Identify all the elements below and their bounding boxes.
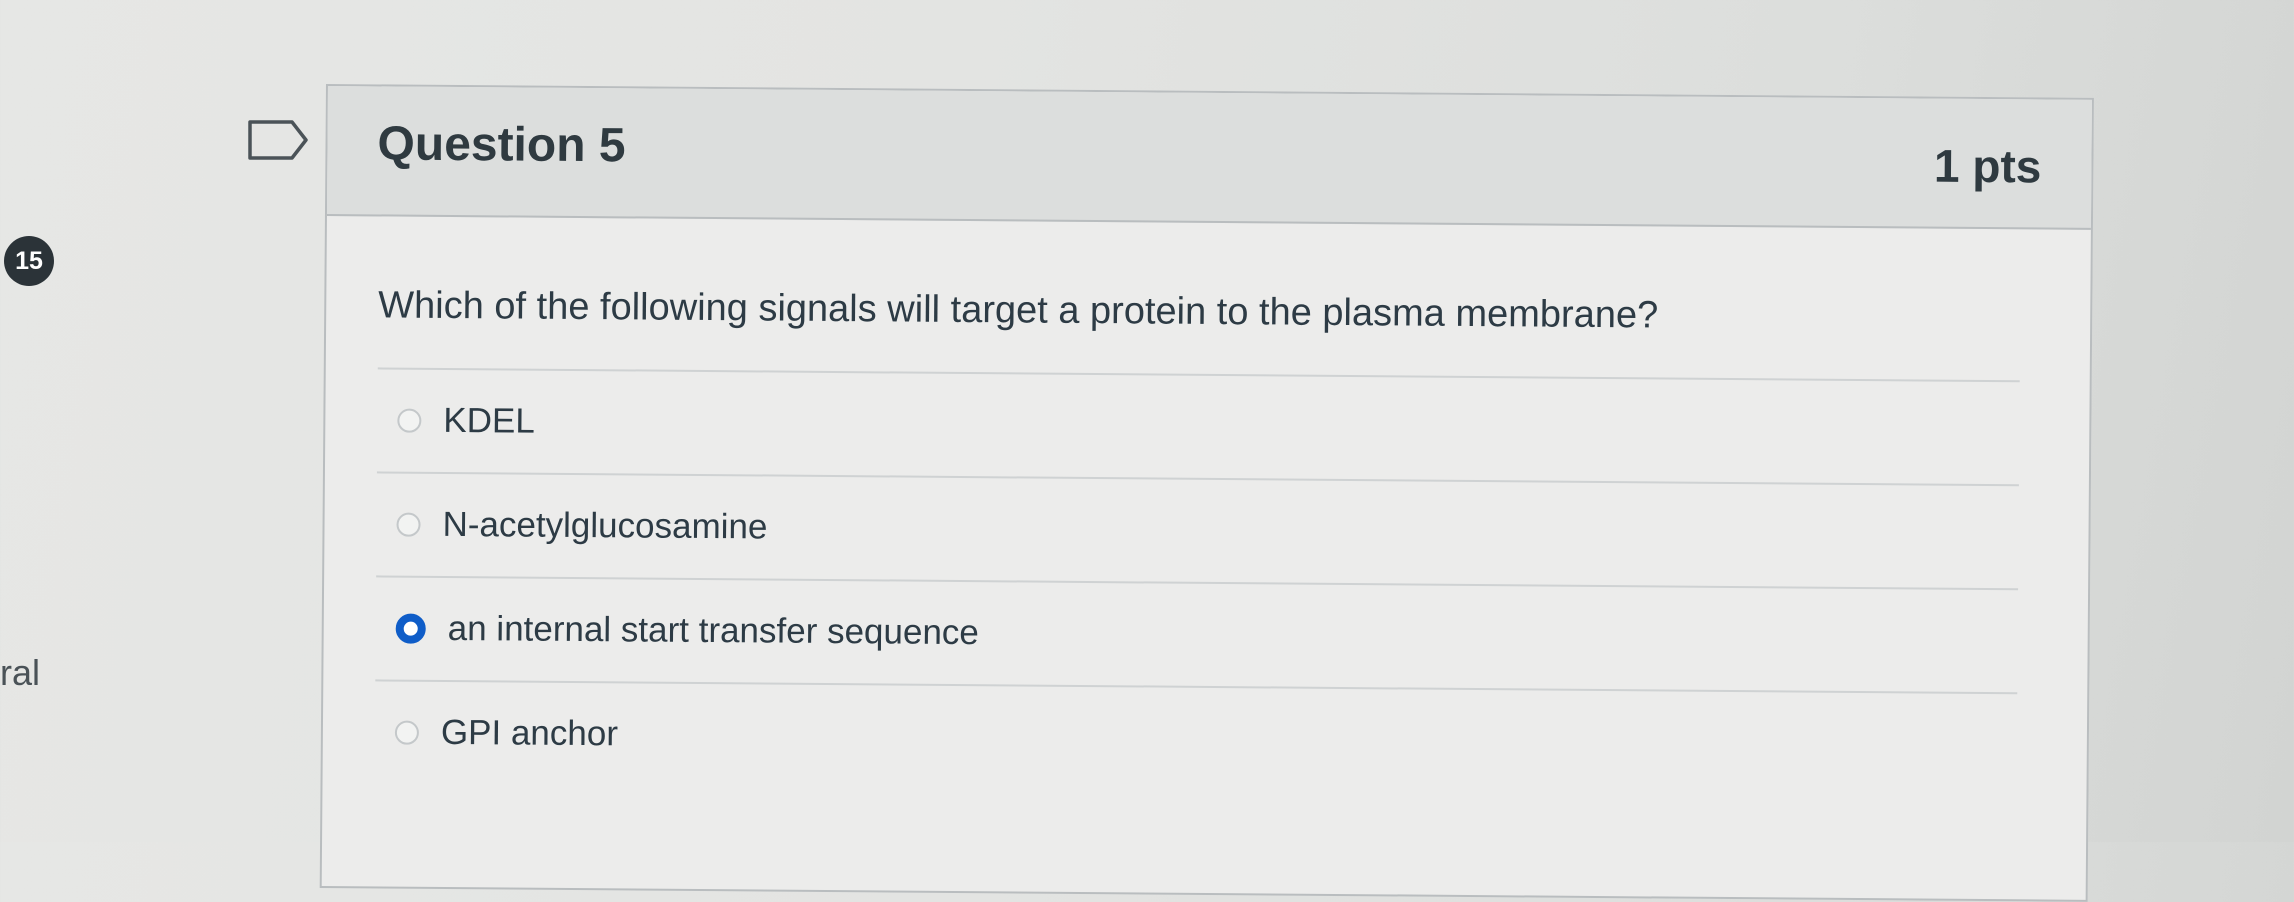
- radio-selected-icon[interactable]: [395, 613, 426, 644]
- question-points: 1 pts: [1933, 139, 2042, 193]
- answer-option-selected[interactable]: an internal start transfer sequence: [375, 577, 2019, 695]
- question-header: Question 5 1 pts: [326, 86, 2092, 230]
- answer-option[interactable]: KDEL: [376, 369, 2020, 487]
- question-title: Question 5: [377, 117, 626, 173]
- radio-unselected-icon[interactable]: [396, 512, 421, 537]
- answer-list: KDEL N-acetylglucosamine an internal sta…: [374, 367, 2020, 797]
- radio-unselected-icon[interactable]: [397, 408, 422, 433]
- answer-option[interactable]: N-acetylglucosamine: [376, 473, 2019, 591]
- radio-unselected-icon[interactable]: [394, 720, 420, 745]
- answer-label[interactable]: GPI anchor: [441, 713, 618, 754]
- progress-count: 15: [15, 246, 43, 275]
- flag-question-icon[interactable]: [246, 118, 310, 162]
- answer-label[interactable]: N-acetylglucosamine: [442, 505, 767, 548]
- answer-label[interactable]: an internal start transfer sequence: [448, 609, 979, 653]
- answer-label[interactable]: KDEL: [443, 401, 535, 442]
- answer-option[interactable]: GPI anchor: [375, 681, 2018, 796]
- question-text: Which of the following signals will targ…: [378, 284, 1659, 337]
- progress-badge: 15: [4, 236, 54, 286]
- question-body: Which of the following signals will targ…: [323, 216, 2091, 797]
- side-nav-partial-text: ral: [0, 652, 41, 693]
- question-card: Question 5 1 pts Which of the following …: [319, 84, 2094, 902]
